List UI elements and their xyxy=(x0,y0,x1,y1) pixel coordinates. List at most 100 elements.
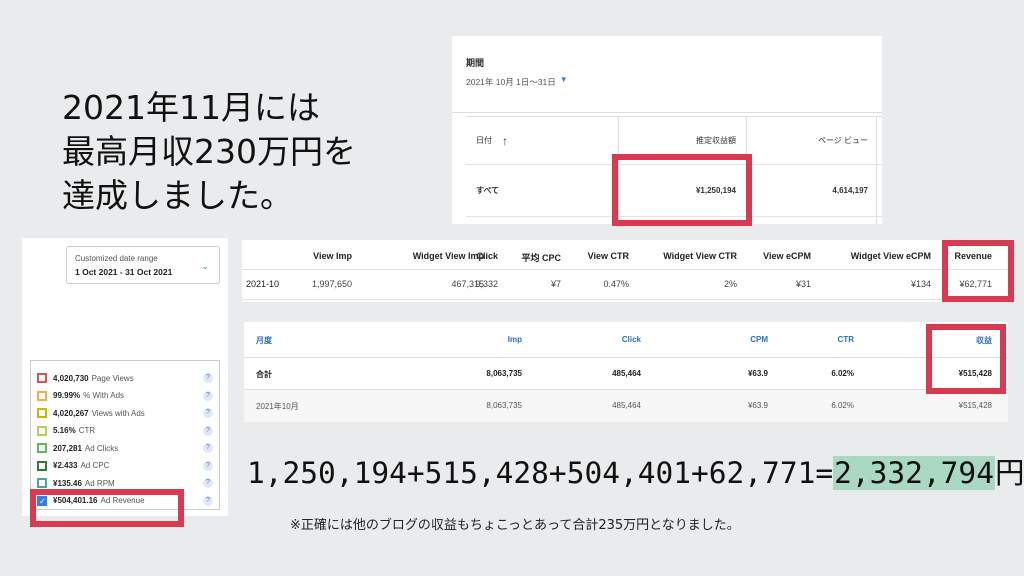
metric-value: 5.16% xyxy=(53,426,76,435)
highlight-ad-revenue xyxy=(30,489,184,527)
period-label: 期間 xyxy=(466,58,485,68)
help-icon[interactable]: ? xyxy=(203,373,213,383)
metric-item[interactable]: 99.99%% With Ads? xyxy=(37,389,213,403)
date-range-selector[interactable]: Customized date range 1 Oct 2021 - 31 Oc… xyxy=(66,246,220,284)
table-cell: 485,464 xyxy=(612,369,641,378)
metric-label: Ad Clicks xyxy=(84,443,119,453)
highlight-estimated-revenue xyxy=(612,154,752,226)
revenue-equation: 1,250,194+515,428+504,401+62,771=2,332,7… xyxy=(247,450,1024,492)
column-header[interactable]: View CTR xyxy=(588,251,629,261)
metric-item[interactable]: ¥2.433 Ad CPC? xyxy=(37,459,213,473)
metric-checkbox[interactable] xyxy=(37,390,47,401)
chevron-down-icon: ⌄ xyxy=(201,261,209,271)
arrow-up-icon: ↑ xyxy=(502,133,508,148)
help-icon[interactable]: ? xyxy=(203,425,213,436)
highlight-monthly-revenue xyxy=(926,324,1006,394)
column-header[interactable]: View eCPM xyxy=(763,251,811,261)
help-icon[interactable]: ? xyxy=(203,390,213,401)
table-cell: 485,464 xyxy=(612,401,641,410)
row-label: 2021-10 xyxy=(246,279,280,289)
period-value: 2021年 10月 1日〜31日 xyxy=(466,77,556,87)
table-cell: 2021年10月 xyxy=(256,402,299,411)
table-cell: 合計 xyxy=(256,370,272,379)
metric-checkbox[interactable] xyxy=(37,425,47,436)
period-selector[interactable]: 2021年 10月 1日〜31日 ▼ xyxy=(466,75,568,88)
table-cell: 2% xyxy=(723,279,737,289)
help-icon[interactable]: ? xyxy=(203,478,213,488)
equation-total: 2,332,794 xyxy=(833,456,995,490)
table-row-month: 2021年10月 8,063,735 485,464 ¥63.9 6.02% ¥515,4… xyxy=(244,390,1008,422)
table-cell: ¥63.9 xyxy=(747,401,768,410)
equation-unit: 円 xyxy=(994,456,1024,490)
table-cell: 9,332 xyxy=(475,279,498,289)
analytics-panel: Customized date range 1 Oct 2021 - 31 Oc… xyxy=(22,238,228,516)
column-header[interactable]: CTR xyxy=(838,335,854,344)
table-cell: 6.02% xyxy=(831,369,854,378)
column-header[interactable]: Widget View CTR xyxy=(663,251,737,261)
metric-item[interactable]: 4,020,730 Page Views? xyxy=(37,371,213,385)
metric-label: Ad CPC xyxy=(80,461,110,470)
metric-checkbox[interactable] xyxy=(37,478,47,488)
dropdown-caret-icon: ▼ xyxy=(559,75,568,84)
row-label: すべて xyxy=(476,186,500,195)
table-cell: 8,063,735 xyxy=(486,401,522,410)
help-icon[interactable]: ? xyxy=(203,443,213,453)
column-header[interactable]: View Imp xyxy=(313,251,352,261)
metric-value: 4,020,267 xyxy=(53,408,89,418)
table-header-row: View Imp Widget View Imp Click 平均 CPC View C… xyxy=(242,240,1010,270)
metric-item[interactable]: 4,020,267 Views with Ads? xyxy=(37,406,213,420)
metric-value: 4,020,730 xyxy=(53,373,89,383)
table-cell: 1,997,650 xyxy=(311,279,352,289)
metric-value: 207,281 xyxy=(53,443,82,453)
metric-checkbox[interactable] xyxy=(37,373,47,383)
metric-label: Page Views xyxy=(91,373,134,383)
header-page-views[interactable]: ページ ビュー xyxy=(746,117,868,164)
headline-line-1: 2021年11月には xyxy=(62,88,320,127)
table-cell: 8,063,735 xyxy=(486,369,522,378)
table-header-row: 月度 Imp Click CPM CTR 収益 xyxy=(244,322,1008,358)
table-row-total: 合計 8,063,735 485,464 ¥63.9 6.02% ¥515,428 xyxy=(244,358,1008,390)
metric-label: % With Ads xyxy=(83,391,125,400)
table-cell: 0.47% xyxy=(603,279,629,289)
table-cell: ¥7 xyxy=(550,279,561,289)
metric-checkbox[interactable] xyxy=(37,408,47,418)
column-header[interactable]: CPM xyxy=(750,335,768,344)
metric-item[interactable]: ¥135.46 Ad RPM? xyxy=(37,476,213,490)
metric-label: Views with Ads xyxy=(91,408,145,418)
metric-checkbox[interactable] xyxy=(37,443,47,453)
help-icon[interactable]: ? xyxy=(203,495,213,506)
column-header[interactable]: Click xyxy=(476,251,498,261)
help-icon[interactable]: ? xyxy=(203,408,213,418)
equation-terms: 1,250,194+515,428+504,401+62,771= xyxy=(247,456,834,490)
column-header[interactable]: Widget View Imp xyxy=(413,251,484,261)
headline-line-3: 達成しました。 xyxy=(62,176,293,215)
page-views-value: 4,614,197 xyxy=(832,186,868,195)
column-header[interactable]: Click xyxy=(622,335,641,344)
divider xyxy=(452,112,882,113)
metric-checkbox[interactable] xyxy=(37,460,47,471)
column-header[interactable]: Widget View eCPM xyxy=(851,251,931,261)
column-header[interactable]: Imp xyxy=(508,335,522,344)
metric-label: Ad RPM xyxy=(84,478,115,488)
table-row: 2021-10 1,997,650 467,315 9,332 ¥7 0.47% 2% ¥31… xyxy=(242,270,1010,300)
column-header[interactable]: 月度 xyxy=(256,335,272,346)
date-range-value: 1 Oct 2021 - 31 Oct 2021 xyxy=(75,267,173,277)
metric-item[interactable]: 5.16% CTR? xyxy=(37,424,213,438)
metric-value: ¥2.433 xyxy=(53,461,78,470)
column-header[interactable]: 平均 CPC xyxy=(521,251,561,264)
table-cell: ¥63.9 xyxy=(747,369,768,378)
monthly-report-table: 月度 Imp Click CPM CTR 収益 合計 8,063,735 485,464 ¥63… xyxy=(244,322,1008,422)
headline-line-2: 最高月収230万円を xyxy=(62,132,356,171)
date-range-title: Customized date range xyxy=(75,254,158,263)
metric-label: CTR xyxy=(78,426,96,435)
highlight-revenue-column xyxy=(942,240,1014,302)
headline: 2021年11月には 最高月収230万円を 達成しました。 xyxy=(62,86,356,218)
metric-item[interactable]: 207,281 Ad Clicks? xyxy=(37,441,213,455)
table-cell: 6.02% xyxy=(831,401,854,410)
metric-value: 99.99% xyxy=(53,391,81,400)
footnote: ※正確には他のブログの収益もちょこっとあって合計235万円となりました。 xyxy=(290,518,740,533)
header-date[interactable]: 日付 ↑ xyxy=(476,117,616,164)
metric-value: ¥135.46 xyxy=(53,478,82,488)
help-icon[interactable]: ? xyxy=(203,460,213,471)
table-cell: ¥31 xyxy=(795,279,811,289)
